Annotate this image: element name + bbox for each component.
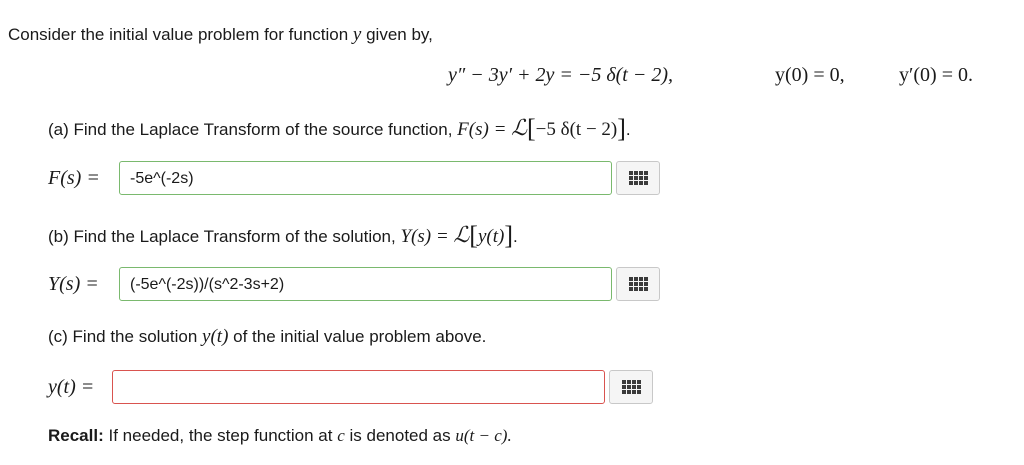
intro-tail: given by, [366, 25, 433, 44]
problem-intro: Consider the initial value problem for f… [8, 24, 433, 46]
part-b-expr: Y(s) = [400, 226, 449, 247]
part-b-prompt: (b) Find the Laplace Transform of the so… [48, 221, 518, 251]
part-a-answer-field[interactable]: -5e^(-2s) [119, 161, 612, 195]
differential-equation: y″ − 3y′ + 2y = −5 δ(t − 2), [448, 64, 673, 86]
part-b-equation-editor-button[interactable] [616, 267, 660, 301]
recall-text: If needed, the step function at [108, 426, 333, 445]
right-bracket: ] [617, 114, 626, 143]
recall-note: Recall: If needed, the step function at … [48, 426, 512, 446]
part-c-tail: of the initial value problem above. [233, 327, 487, 346]
left-bracket: [ [527, 114, 536, 143]
grid-icon [628, 171, 648, 185]
part-c-var: y(t) [202, 326, 229, 347]
part-c-text: (c) Find the solution [48, 327, 198, 346]
period: . [625, 120, 631, 139]
period: . [512, 227, 518, 246]
intro-text: Consider the initial value problem for f… [8, 25, 349, 44]
laplace-symbol: ℒ [453, 222, 470, 247]
part-b-text: (b) Find the Laplace Transform of the so… [48, 227, 396, 246]
laplace-symbol: ℒ [511, 115, 527, 140]
initial-condition-2: y′(0) = 0. [899, 64, 973, 86]
left-bracket: [ [469, 221, 478, 250]
part-a-expr: F(s) = [457, 119, 507, 140]
part-b-answer-field[interactable]: (-5e^(-2s))/(s^2-3s+2) [119, 267, 612, 301]
part-c-prompt: (c) Find the solution y(t) of the initia… [48, 326, 486, 348]
right-bracket: ] [504, 221, 513, 250]
part-c-answer-field[interactable] [112, 370, 605, 404]
part-c-label: y(t) = [48, 376, 95, 398]
part-c-equation-editor-button[interactable] [609, 370, 653, 404]
recall-var: c [337, 426, 345, 445]
recall-mid: is denoted as [349, 426, 451, 445]
part-a-arg: −5 δ(t − 2) [535, 119, 618, 140]
part-a-text: (a) Find the Laplace Transform of the so… [48, 120, 453, 139]
recall-label: Recall: [48, 426, 104, 445]
part-a-equation-editor-button[interactable] [616, 161, 660, 195]
initial-condition-1: y(0) = 0, [775, 64, 845, 86]
grid-icon [621, 380, 641, 394]
recall-expr: u(t − c). [455, 426, 512, 445]
part-a-label: F(s) = [48, 167, 100, 189]
part-b-label: Y(s) = [48, 273, 99, 295]
part-a-prompt: (a) Find the Laplace Transform of the so… [48, 114, 631, 144]
grid-icon [628, 277, 648, 291]
part-b-arg: y(t) [477, 226, 505, 247]
intro-variable: y [352, 24, 362, 45]
